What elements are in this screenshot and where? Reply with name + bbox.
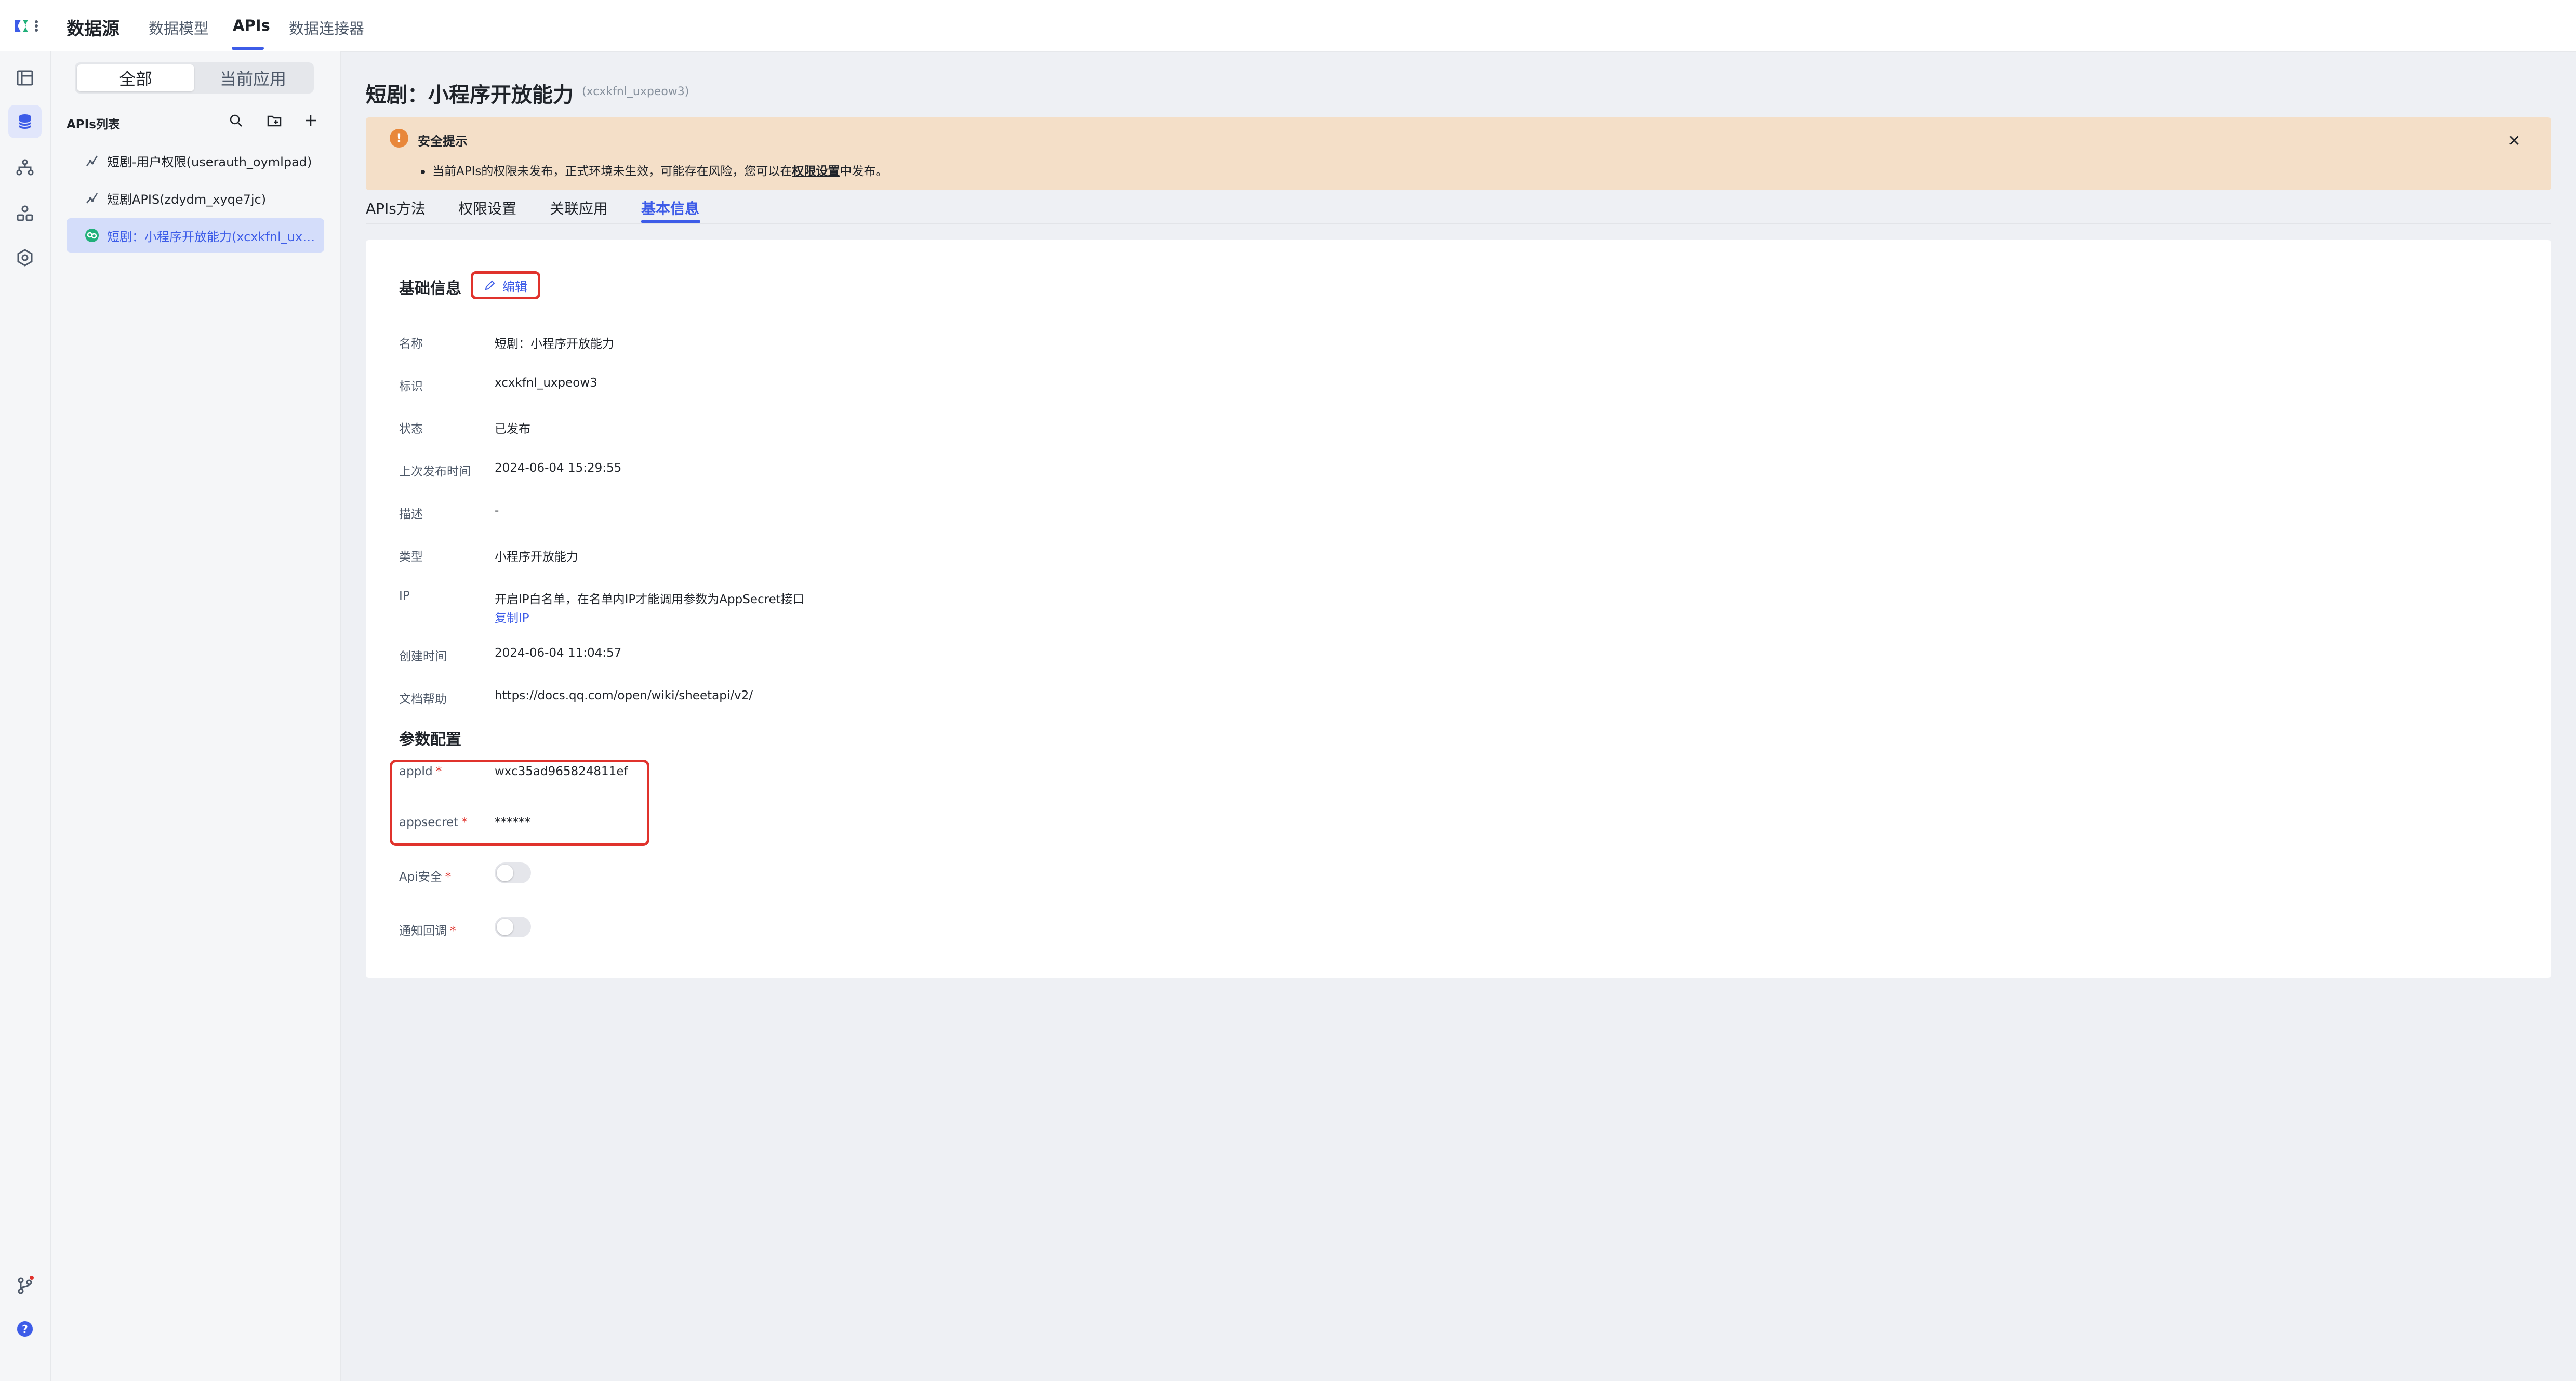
scope-segmented-control: 全部 当前应用: [75, 62, 314, 94]
api-list-item-selected[interactable]: 短剧：小程序开放能力(xcxkfnl_uxpeow3): [67, 218, 324, 253]
mini-program-icon: [84, 228, 100, 243]
main-content: 短剧：小程序开放能力 (xcxkfnl_uxpeow3) ! 安全提示 当前AP…: [341, 51, 2576, 1381]
api-list-item-label: 短剧-用户权限(userauth_oymlpad): [107, 154, 312, 169]
field-value-type: 小程序开放能力: [495, 550, 578, 564]
icon-rail: ?: [0, 51, 51, 1381]
segment-current-app[interactable]: 当前应用: [194, 64, 312, 91]
param-label-api-security-text: Api安全: [399, 870, 442, 884]
param-value-appsecret: ******: [495, 816, 530, 829]
notify-callback-toggle[interactable]: [495, 917, 531, 937]
basic-info-card: 基础信息 编辑 名称 短剧：小程序开放能力 标识 xcxkfnl_uxpeow3…: [366, 240, 2551, 978]
tab-divider: [366, 223, 2551, 224]
field-value-description: -: [495, 504, 499, 517]
git-branch-icon[interactable]: [12, 1273, 37, 1298]
required-mark: *: [461, 816, 468, 829]
alert-text-after: 中发布。: [840, 165, 888, 178]
field-label-created: 创建时间: [399, 650, 447, 663]
security-alert: ! 安全提示 当前APIs的权限未发布，正式环境未生效，可能存在风险，您可以在权…: [366, 117, 2551, 190]
field-value-created: 2024-06-04 11:04:57: [495, 646, 622, 660]
param-label-appid: appId *: [399, 765, 442, 778]
api-list-item[interactable]: 短剧APIS(zdydm_xyqe7jc): [67, 181, 324, 215]
segment-all[interactable]: 全部: [77, 64, 194, 91]
param-value-appid: wxc35ad965824811ef: [495, 765, 628, 778]
copy-ip-link[interactable]: 复制IP: [495, 608, 529, 626]
api-list-item-label: 短剧：小程序开放能力(xcxkfnl_uxpeow3): [107, 229, 320, 244]
warning-icon: !: [390, 129, 408, 148]
field-label-last-publish: 上次发布时间: [399, 465, 471, 479]
svg-text:?: ?: [22, 1323, 28, 1335]
field-label-identifier: 标识: [399, 380, 423, 393]
tab-api-methods[interactable]: APIs方法: [366, 197, 426, 218]
edit-button[interactable]: 编辑: [471, 271, 540, 299]
flow-icon[interactable]: [12, 155, 37, 180]
toggle-knob: [497, 865, 513, 881]
field-label-description: 描述: [399, 508, 423, 521]
permission-settings-link[interactable]: 权限设置: [792, 165, 840, 178]
api-list-title: APIs列表: [67, 118, 120, 131]
top-bar: 数据源 数据模型 APIs 数据连接器: [0, 0, 2576, 52]
field-value-last-publish: 2024-06-04 15:29:55: [495, 461, 622, 475]
field-label-ip: IP: [399, 589, 410, 603]
api-side-panel: 全部 当前应用 APIs列表 短剧-用户权限(userauth_oymlpad)…: [51, 51, 341, 1381]
bullet-icon: [421, 169, 425, 174]
api-list-item[interactable]: 短剧-用户权限(userauth_oymlpad): [67, 143, 324, 178]
field-value-status: 已发布: [495, 422, 530, 436]
close-icon[interactable]: ✕: [2506, 132, 2522, 150]
database-icon[interactable]: [8, 105, 42, 138]
tab-active-indicator: [641, 220, 700, 223]
page-title: 短剧：小程序开放能力: [366, 83, 574, 107]
required-mark: *: [450, 924, 456, 938]
edit-pencil-icon: [485, 280, 495, 290]
param-label-notify-callback-text: 通知回调: [399, 924, 447, 938]
field-label-status: 状态: [399, 422, 423, 436]
help-icon[interactable]: ?: [12, 1317, 37, 1342]
app-logo-icon[interactable]: [12, 16, 44, 36]
param-config-title: 参数配置: [399, 731, 461, 749]
param-label-api-security: Api安全 *: [399, 867, 451, 884]
add-folder-icon[interactable]: [264, 110, 285, 131]
alert-message: 当前APIs的权限未发布，正式环境未生效，可能存在风险，您可以在权限设置中发布。: [421, 161, 887, 179]
toggle-knob: [497, 919, 513, 935]
nav-active-indicator: [232, 47, 264, 50]
required-mark: *: [435, 765, 442, 778]
api-icon: [84, 190, 100, 206]
nav-apis[interactable]: APIs: [233, 17, 270, 34]
field-value-docs[interactable]: https://docs.qq.com/open/wiki/sheetapi/v…: [495, 689, 753, 702]
param-label-appsecret-text: appsecret: [399, 816, 459, 829]
layout-icon[interactable]: [12, 65, 37, 90]
field-value-name: 短剧：小程序开放能力: [495, 337, 614, 351]
users-icon[interactable]: [12, 201, 37, 225]
nav-data-model[interactable]: 数据模型: [149, 17, 209, 38]
field-label-type: 类型: [399, 550, 423, 564]
add-icon[interactable]: [300, 110, 321, 131]
edit-button-label: 编辑: [502, 279, 527, 294]
param-label-appsecret: appsecret *: [399, 816, 468, 829]
tab-permissions[interactable]: 权限设置: [458, 197, 516, 218]
api-icon: [84, 153, 100, 168]
nav-data-connector[interactable]: 数据连接器: [289, 17, 364, 38]
alert-title: 安全提示: [418, 134, 468, 149]
field-label-name: 名称: [399, 337, 423, 351]
tab-basic-info[interactable]: 基本信息: [641, 197, 699, 218]
basic-info-title: 基础信息: [399, 280, 461, 298]
param-label-notify-callback: 通知回调 *: [399, 921, 456, 938]
app-title: 数据源: [67, 19, 119, 39]
settings-icon[interactable]: [12, 245, 37, 270]
api-security-toggle[interactable]: [495, 862, 531, 883]
search-icon[interactable]: [225, 110, 246, 131]
api-list-item-label: 短剧APIS(zdydm_xyqe7jc): [107, 192, 267, 207]
required-mark: *: [445, 870, 452, 884]
field-value-ip: 开启IP白名单，在名单内IP才能调用参数为AppSecret接口: [495, 593, 805, 606]
param-label-appid-text: appId: [399, 765, 433, 778]
page-subtitle: (xcxkfnl_uxpeow3): [582, 85, 689, 98]
tab-linked-apps[interactable]: 关联应用: [550, 197, 608, 218]
field-value-identifier: xcxkfnl_uxpeow3: [495, 376, 597, 390]
alert-text-before: 当前APIs的权限未发布，正式环境未生效，可能存在风险，您可以在: [432, 165, 792, 178]
field-label-docs: 文档帮助: [399, 693, 447, 706]
